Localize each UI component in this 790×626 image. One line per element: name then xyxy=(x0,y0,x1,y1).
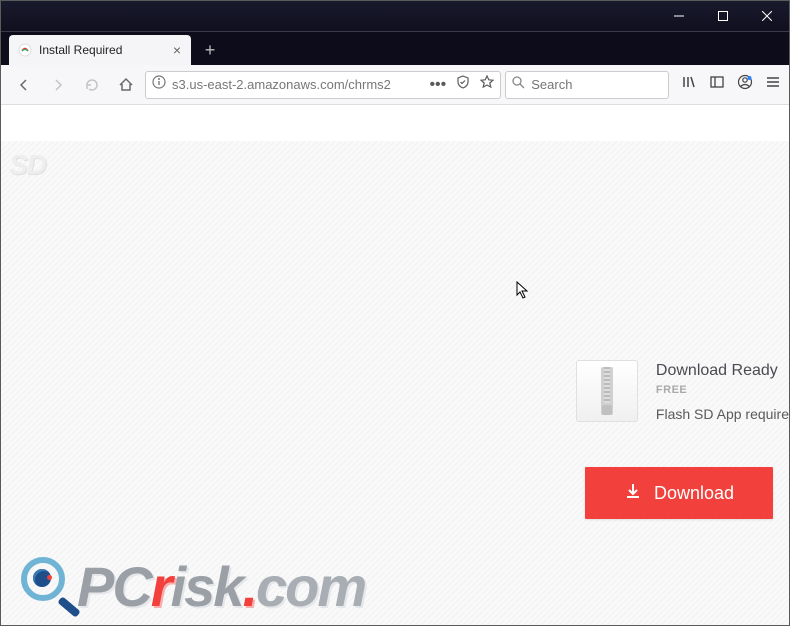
pcrisk-watermark: PCrisk.com xyxy=(19,554,365,619)
magnifier-icon xyxy=(19,555,83,619)
forward-button[interactable] xyxy=(43,70,73,100)
back-button[interactable] xyxy=(9,70,39,100)
reload-button[interactable] xyxy=(77,70,107,100)
maximize-button[interactable] xyxy=(701,1,745,31)
download-button[interactable]: Download xyxy=(585,467,773,519)
tab-title: Install Required xyxy=(39,43,165,57)
home-button[interactable] xyxy=(111,70,141,100)
toolbar: s3.us-east-2.amazonaws.com/chrms2 ••• xyxy=(1,65,789,105)
ad-subtitle: Flash SD App require xyxy=(656,406,789,422)
window-titlebar xyxy=(1,1,789,31)
reader-shield-icon[interactable] xyxy=(456,75,470,94)
search-icon xyxy=(512,76,525,94)
browser-window: Install Required × + s3.us-east-2.amazon… xyxy=(0,0,790,626)
library-icon[interactable] xyxy=(681,74,697,95)
site-info-icon[interactable] xyxy=(152,75,166,94)
bookmark-star-icon[interactable] xyxy=(480,75,494,94)
url-bar[interactable]: s3.us-east-2.amazonaws.com/chrms2 ••• xyxy=(145,71,501,99)
zip-file-icon xyxy=(576,360,638,422)
browser-tab[interactable]: Install Required × xyxy=(9,35,191,65)
sidebar-icon[interactable] xyxy=(709,74,725,95)
menu-icon[interactable] xyxy=(765,74,781,95)
minimize-button[interactable] xyxy=(657,1,701,31)
search-input[interactable] xyxy=(531,77,662,92)
download-card: Download Ready FREE Flash SD App require xyxy=(576,360,789,422)
tab-favicon-icon xyxy=(17,42,33,58)
download-arrow-icon xyxy=(624,482,642,505)
download-button-label: Download xyxy=(654,483,734,504)
account-icon[interactable] xyxy=(737,74,753,95)
ad-free-badge: FREE xyxy=(656,384,789,396)
cursor-icon xyxy=(516,281,530,304)
page-content: SD Download Ready FREE Flash SD App requ… xyxy=(1,105,789,625)
new-tab-button[interactable]: + xyxy=(195,35,225,65)
sd-badge: SD xyxy=(9,149,46,181)
close-button[interactable] xyxy=(745,1,789,31)
url-text: s3.us-east-2.amazonaws.com/chrms2 xyxy=(172,77,423,92)
ad-title: Download Ready xyxy=(656,362,789,380)
tab-close-icon[interactable]: × xyxy=(171,42,183,58)
page-actions-icon[interactable]: ••• xyxy=(429,76,446,94)
search-bar[interactable] xyxy=(505,71,669,99)
tab-strip: Install Required × + xyxy=(1,31,789,65)
